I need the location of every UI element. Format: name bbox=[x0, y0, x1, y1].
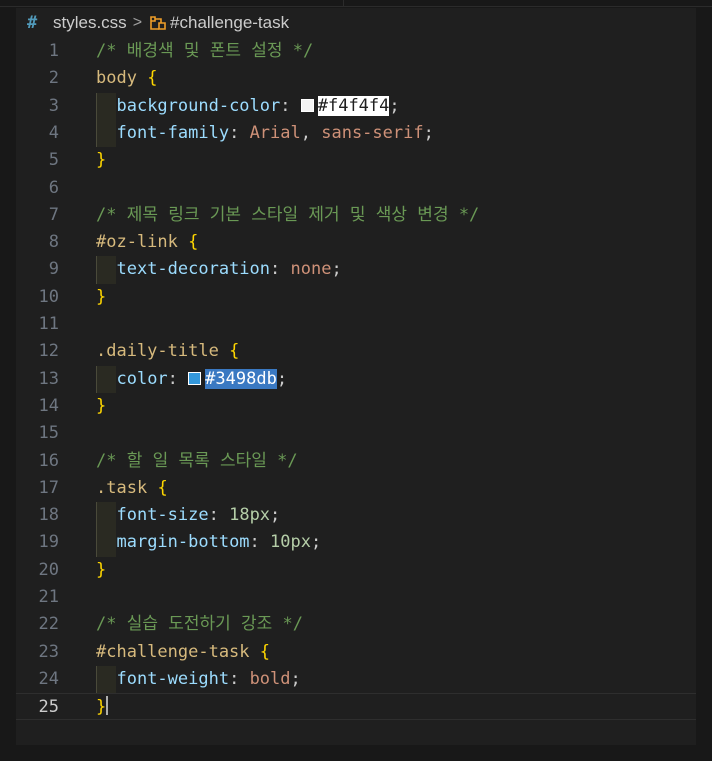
line-25-current[interactable]: 25} bbox=[16, 693, 696, 721]
line-12: 12 .daily-title { bbox=[16, 338, 696, 365]
breadcrumb-file[interactable]: styles.css bbox=[53, 13, 127, 33]
line-number: 23 bbox=[38, 641, 59, 662]
tab-bar-edge bbox=[0, 0, 712, 7]
line-number: 4 bbox=[48, 122, 59, 143]
value-highlight: #3498db bbox=[205, 368, 277, 389]
breadcrumb-symbol[interactable]: #challenge-task bbox=[170, 13, 289, 33]
line-17: 17 .task { bbox=[16, 475, 696, 502]
property: font-family bbox=[116, 122, 230, 143]
line-number-active: 25 bbox=[38, 697, 59, 718]
property: margin-bottom bbox=[116, 532, 250, 553]
selector-symbol-icon[interactable] bbox=[148, 13, 168, 33]
line-5: 5} bbox=[16, 147, 696, 174]
line-19: 19 margin-bottom: 10px; bbox=[16, 529, 696, 556]
tab-edge-left bbox=[0, 0, 343, 7]
line-2: 2 body { bbox=[16, 65, 696, 92]
code-editor[interactable]: 1 /* 배경색 및 폰트 설정 */ 2 body { 3 background-… bbox=[16, 38, 696, 745]
line-1: 1 /* 배경색 및 폰트 설정 */ bbox=[16, 38, 696, 65]
open-brace: { bbox=[229, 341, 240, 362]
line-9: 9 text-decoration: none; bbox=[16, 256, 696, 283]
line-number: 7 bbox=[48, 204, 59, 225]
value: Arial bbox=[249, 122, 301, 143]
value-highlight: #f4f4f4 bbox=[317, 95, 390, 116]
open-brace: { bbox=[188, 232, 199, 253]
line-number: 16 bbox=[38, 450, 59, 471]
css-file-icon[interactable]: # bbox=[27, 13, 45, 33]
comment: /* 할 일 목록 스타일 */ bbox=[96, 450, 298, 471]
value: bold bbox=[249, 668, 291, 689]
line-number: 11 bbox=[38, 314, 59, 334]
close-brace: } bbox=[96, 559, 107, 580]
line-number: 18 bbox=[38, 505, 59, 526]
line-number: 1 bbox=[48, 41, 59, 61]
text-cursor bbox=[106, 696, 109, 716]
selector: .daily-title bbox=[96, 341, 219, 362]
line-14: 14} bbox=[16, 393, 696, 420]
close-brace: } bbox=[96, 286, 107, 307]
comment: /* 제목 링크 기본 스타일 제거 및 색상 변경 */ bbox=[96, 204, 480, 225]
selector: .task bbox=[96, 477, 148, 498]
line-number: 19 bbox=[38, 532, 59, 553]
line-number: 17 bbox=[38, 477, 59, 498]
line-number: 13 bbox=[38, 368, 59, 389]
property: color bbox=[116, 368, 168, 389]
selector: #challenge-task bbox=[96, 641, 250, 662]
tab-edge-right bbox=[343, 0, 712, 7]
line-number: 2 bbox=[48, 68, 59, 89]
breadcrumb: # styles.css > #challenge-task bbox=[16, 8, 696, 38]
line-23: 23 #challenge-task { bbox=[16, 639, 696, 666]
value: sans-serif bbox=[321, 122, 424, 143]
value: 10px bbox=[270, 532, 311, 553]
line-24: 24 font-weight: bold; bbox=[16, 666, 696, 693]
line-4: 4 font-family: Arial, sans-serif; bbox=[16, 120, 696, 147]
line-21: 21 bbox=[16, 584, 696, 611]
color-swatch[interactable] bbox=[300, 98, 314, 112]
open-brace: { bbox=[259, 641, 271, 662]
line-11: 11 bbox=[16, 311, 696, 338]
line-15: 15 bbox=[16, 420, 696, 447]
selector: #oz-link bbox=[96, 232, 178, 253]
line-13: 13 color: #3498db; bbox=[16, 366, 696, 393]
property: font-size bbox=[116, 505, 209, 526]
line-number: 8 bbox=[48, 232, 59, 253]
property: background-color bbox=[116, 95, 281, 116]
line-10: 10} bbox=[16, 284, 696, 311]
selector-body: body bbox=[96, 68, 137, 89]
line-number: 9 bbox=[48, 259, 59, 280]
comment: /* 실습 도전하기 강조 */ bbox=[96, 614, 303, 635]
property: font-weight bbox=[116, 668, 230, 689]
editor-window: # styles.css > #challenge-task 1 /* 배경색 및… bbox=[0, 0, 712, 761]
line-number: 15 bbox=[38, 423, 59, 444]
close-brace: } bbox=[96, 150, 107, 171]
property: text-decoration bbox=[116, 259, 271, 280]
line-22: 22 /* 실습 도전하기 강조 */ bbox=[16, 611, 696, 638]
line-18: 18 font-size: 18px; bbox=[16, 502, 696, 529]
line-number: 20 bbox=[38, 559, 59, 580]
line-8: 8 #oz-link { bbox=[16, 229, 696, 256]
line-6: 6 bbox=[16, 175, 696, 202]
line-number: 22 bbox=[38, 614, 59, 635]
line-number: 21 bbox=[38, 587, 59, 607]
comment: /* 배경색 및 폰트 설정 */ bbox=[96, 41, 314, 61]
line-number: 6 bbox=[48, 177, 59, 198]
line-20: 20} bbox=[16, 557, 696, 584]
line-number: 14 bbox=[38, 395, 59, 416]
color-swatch[interactable] bbox=[188, 371, 202, 385]
line-3: 3 background-color: #f4f4f4; bbox=[16, 93, 696, 120]
value: 18px bbox=[229, 505, 271, 526]
open-brace: { bbox=[147, 68, 158, 89]
line-number: 10 bbox=[38, 286, 59, 307]
close-brace: } bbox=[96, 395, 107, 416]
line-7: 7 /* 제목 링크 기본 스타일 제거 및 색상 변경 */ bbox=[16, 202, 696, 229]
close-brace: } bbox=[96, 697, 107, 718]
line-number: 12 bbox=[38, 341, 59, 362]
line-16: 16 /* 할 일 목록 스타일 */ bbox=[16, 448, 696, 475]
breadcrumb-separator: > bbox=[132, 14, 143, 31]
line-number: 24 bbox=[38, 668, 59, 689]
value: none bbox=[290, 259, 332, 280]
open-brace: { bbox=[157, 477, 168, 498]
line-number: 5 bbox=[48, 150, 59, 171]
line-number: 3 bbox=[48, 95, 59, 116]
